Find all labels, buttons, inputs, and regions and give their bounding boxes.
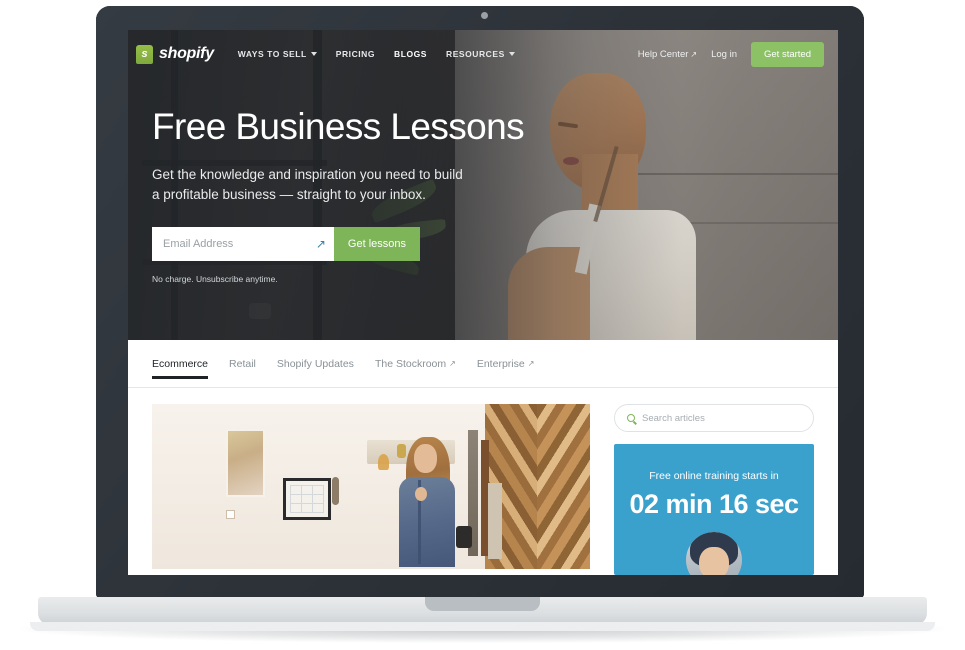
- promo-label: Free online training starts in: [649, 470, 779, 482]
- external-link-icon: ↗: [527, 358, 535, 368]
- browser-viewport: s shopify WAYS TO SELL PRICING BLOGS RES…: [128, 30, 838, 575]
- avatar: [686, 532, 742, 575]
- tab-ecommerce[interactable]: Ecommerce: [152, 340, 209, 388]
- logo-letter: s: [141, 47, 148, 60]
- nav-item-blogs[interactable]: BLOGS: [394, 49, 427, 59]
- primary-nav-links: WAYS TO SELL PRICING BLOGS RESOURCES: [238, 49, 515, 59]
- hero-content: Free Business Lessons Get the knowledge …: [152, 106, 572, 285]
- chevron-down-icon: [310, 52, 317, 56]
- search-icon: [627, 414, 635, 422]
- signup-disclaimer: No charge. Unsubscribe anytime.: [152, 274, 278, 285]
- tab-shopify-updates[interactable]: Shopify Updates: [277, 340, 354, 388]
- nav-item-resources[interactable]: RESOURCES: [446, 49, 515, 59]
- laptop-mockup: s shopify WAYS TO SELL PRICING BLOGS RES…: [0, 0, 965, 650]
- tab-label: Ecommerce: [152, 357, 209, 370]
- category-tab-bar: Ecommerce Retail Shopify Updates The Sto…: [128, 340, 838, 388]
- countdown-timer: 02 min 16 sec: [629, 489, 799, 519]
- external-link-icon: ↗: [690, 49, 698, 59]
- tab-label: Enterprise: [476, 357, 525, 370]
- laptop-base-notch: [425, 597, 540, 611]
- tab-label: Retail: [229, 357, 256, 370]
- search-input[interactable]: [642, 412, 801, 424]
- get-lessons-button[interactable]: Get lessons: [333, 227, 420, 262]
- free-training-promo[interactable]: Free online training starts in 02 min 16…: [614, 444, 814, 575]
- help-center-label: Help Center: [637, 48, 689, 60]
- log-in-link[interactable]: Log in: [711, 49, 737, 60]
- email-field[interactable]: [152, 227, 334, 262]
- main-content-area: Free online training starts in 02 min 16…: [128, 388, 838, 575]
- tab-label: The Stockroom: [374, 357, 447, 370]
- utility-nav: Help Center ↗ Log in Get started: [638, 41, 824, 67]
- search-articles-box[interactable]: [614, 404, 814, 432]
- tab-the-stockroom[interactable]: The Stockroom ↗: [375, 340, 456, 388]
- external-link-icon: ↗: [449, 358, 456, 368]
- nav-label: BLOGS: [394, 49, 428, 59]
- tab-retail[interactable]: Retail: [229, 340, 256, 388]
- page-title: Free Business Lessons: [152, 106, 525, 147]
- brand-wordmark: shopify: [159, 45, 214, 62]
- log-in-label: Log in: [711, 48, 737, 60]
- help-center-link[interactable]: Help Center ↗: [638, 49, 697, 60]
- shopping-bag-icon: s: [136, 44, 153, 64]
- nav-label: RESOURCES: [446, 49, 505, 59]
- nav-item-pricing[interactable]: PRICING: [336, 49, 375, 59]
- tab-label: Shopify Updates: [276, 357, 354, 370]
- email-input-wrapper: ↗: [152, 227, 334, 262]
- nav-item-ways-to-sell[interactable]: WAYS TO SELL: [238, 49, 317, 59]
- laptop-foot: [30, 622, 935, 631]
- featured-article-image[interactable]: [152, 404, 590, 569]
- get-started-button[interactable]: Get started: [751, 41, 824, 67]
- content-sidebar: Free online training starts in 02 min 16…: [614, 404, 814, 575]
- shopify-logo[interactable]: s shopify: [136, 44, 214, 64]
- arrow-icon: ↗: [315, 237, 326, 252]
- chevron-down-icon: [508, 52, 515, 56]
- hero-subtitle: Get the knowledge and inspiration you ne…: [152, 166, 463, 203]
- webcam-icon: [481, 12, 488, 19]
- nav-label: WAYS TO SELL: [237, 49, 307, 59]
- top-navigation-bar: s shopify WAYS TO SELL PRICING BLOGS RES…: [128, 30, 838, 78]
- nav-label: PRICING: [335, 49, 376, 59]
- email-signup-form: ↗ Get lessons: [152, 227, 420, 262]
- hero-section: s shopify WAYS TO SELL PRICING BLOGS RES…: [128, 30, 838, 340]
- tab-enterprise[interactable]: Enterprise ↗: [477, 340, 535, 388]
